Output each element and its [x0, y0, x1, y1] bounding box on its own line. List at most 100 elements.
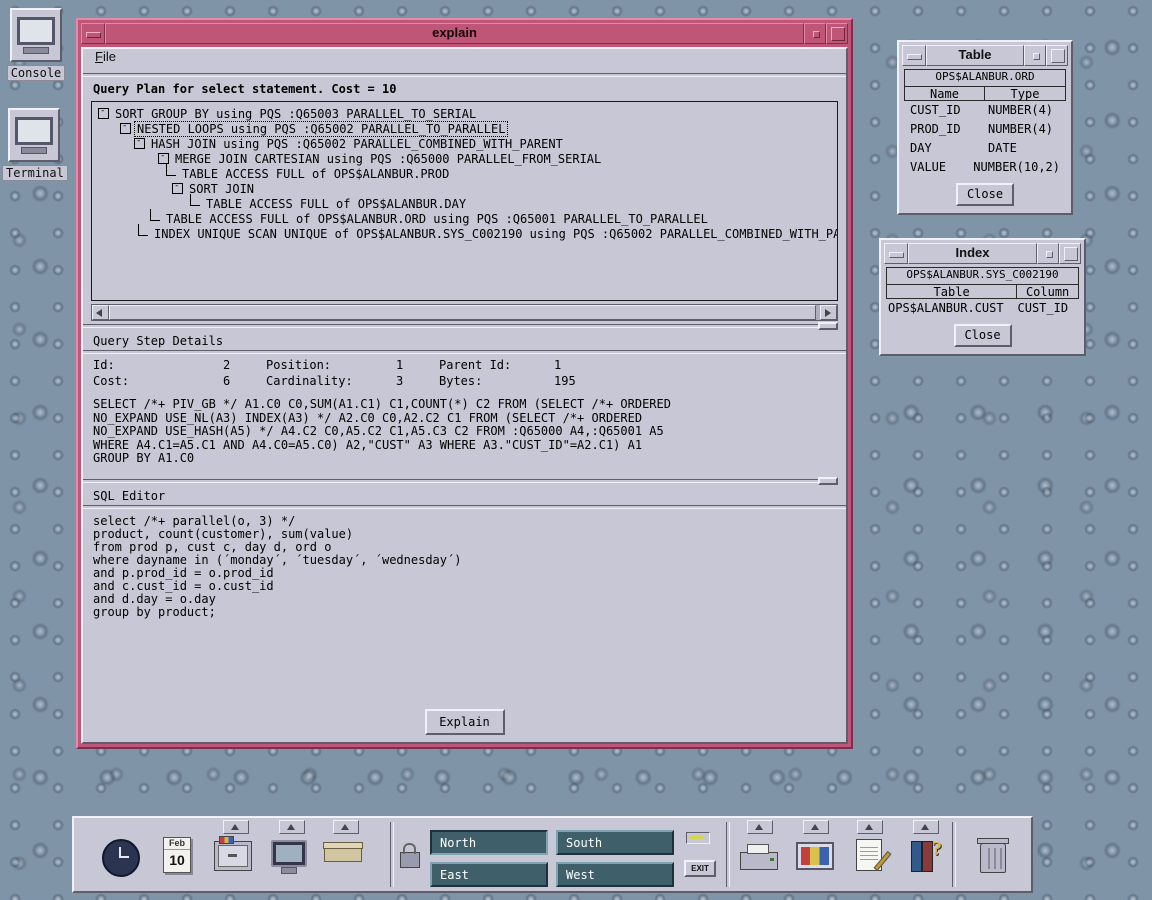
minimize-button[interactable] — [804, 23, 826, 44]
collapse-minus-icon[interactable] — [172, 183, 183, 194]
explain-button[interactable]: Explain — [425, 709, 505, 735]
text-editor-art — [856, 839, 882, 871]
cell-type: NUMBER(4) — [988, 122, 1060, 139]
scroll-left-icon[interactable] — [92, 305, 109, 320]
calendar-icon[interactable]: Feb 10 — [154, 832, 200, 884]
mail-icon[interactable] — [320, 832, 366, 884]
id-value: 2 — [223, 358, 266, 372]
tree-node[interactable]: SORT GROUP BY using PQS :Q65003 PARALLEL… — [94, 106, 835, 121]
panel-divider — [952, 822, 956, 887]
clock-icon[interactable] — [98, 832, 144, 884]
menu-bar: File — [83, 49, 846, 73]
table-row[interactable]: CUST_ID NUMBER(4) — [902, 101, 1068, 120]
tree-node[interactable]: NESTED LOOPS using PQS :Q65002 PARALLEL_… — [94, 121, 835, 136]
collapse-minus-icon[interactable] — [120, 123, 131, 134]
column-header-type: Type — [984, 86, 1066, 101]
table-titlebar[interactable]: Table — [902, 45, 1068, 66]
desktop-icon-terminal[interactable]: Terminal — [2, 108, 66, 185]
step-details-title: Query Step Details — [83, 331, 846, 350]
calendar-day: 10 — [164, 850, 190, 870]
tree-horizontal-scrollbar[interactable] — [91, 304, 838, 321]
tree-connector — [138, 224, 148, 236]
text-editor-icon[interactable] — [846, 832, 892, 884]
tree-node[interactable]: MERGE JOIN CARTESIAN using PQS :Q65000 P… — [94, 151, 835, 166]
table-row[interactable]: PROD_ID NUMBER(4) — [902, 120, 1068, 139]
trash-icon[interactable] — [970, 832, 1016, 884]
cell-type: NUMBER(4) — [988, 103, 1060, 120]
window-title: Index — [908, 243, 1037, 264]
tree-connector — [190, 194, 200, 206]
maximize-button[interactable] — [1059, 243, 1081, 264]
index-row[interactable]: OPS$ALANBUR.CUST CUST_ID — [884, 299, 1081, 318]
sash-handle[interactable] — [818, 477, 838, 485]
minimize-button[interactable] — [1024, 45, 1046, 66]
tree-node[interactable]: SORT JOIN — [94, 181, 835, 196]
console-screen — [17, 17, 55, 45]
collapse-minus-icon[interactable] — [158, 153, 169, 164]
index-titlebar[interactable]: Index — [884, 243, 1081, 264]
minimize-button[interactable] — [1037, 243, 1059, 264]
window-menu-button[interactable] — [902, 45, 926, 66]
tree-node[interactable]: TABLE ACCESS FULL of OPS$ALANBUR.ORD usi… — [94, 211, 835, 226]
explain-titlebar[interactable]: explain — [81, 23, 848, 44]
tree-node[interactable]: HASH JOIN using PQS :Q65002 PARALLEL_COM… — [94, 136, 835, 151]
panel-divider — [390, 822, 394, 887]
terminal-icon[interactable] — [266, 832, 312, 884]
printer-icon[interactable] — [736, 832, 782, 884]
index-object-name: OPS$ALANBUR.SYS_C002190 — [886, 267, 1079, 285]
scrollbar-track[interactable] — [109, 305, 820, 320]
close-button[interactable]: Close — [956, 183, 1014, 206]
tree-node[interactable]: TABLE ACCESS FULL of OPS$ALANBUR.PROD — [94, 166, 835, 181]
scrollbar-thumb[interactable] — [109, 305, 816, 320]
console-monitor-icon[interactable] — [10, 8, 62, 62]
tree-node[interactable]: TABLE ACCESS FULL of OPS$ALANBUR.DAY — [94, 196, 835, 211]
sash-handle[interactable] — [818, 322, 838, 330]
maximize-button[interactable] — [826, 23, 848, 44]
pane-separator — [83, 476, 846, 486]
scroll-right-icon[interactable] — [820, 305, 837, 320]
file-manager-icon[interactable] — [210, 832, 256, 884]
help-icon[interactable] — [902, 832, 948, 884]
index-window: Index OPS$ALANBUR.SYS_C002190 Table Colu… — [879, 238, 1086, 356]
tree-node[interactable]: INDEX UNIQUE SCAN UNIQUE of OPS$ALANBUR.… — [94, 226, 835, 241]
query-plan-tree[interactable]: SORT GROUP BY using PQS :Q65003 PARALLEL… — [91, 101, 838, 301]
collapse-minus-icon[interactable] — [98, 108, 109, 119]
style-manager-art — [796, 842, 834, 870]
workspace-button-south[interactable]: South — [556, 830, 674, 855]
cell-type: DATE — [988, 141, 1060, 158]
column-header-table: Table — [886, 284, 1017, 299]
section-separator — [83, 350, 846, 354]
console-base — [23, 47, 49, 54]
close-button[interactable]: Close — [954, 324, 1012, 347]
parent-id-label: Parent Id: — [439, 358, 554, 372]
table-column-headers: Name Type — [904, 87, 1066, 101]
file-tag — [219, 836, 234, 844]
workspace-button-north[interactable]: North — [430, 830, 548, 855]
exit-button[interactable]: EXIT — [684, 860, 716, 877]
window-menu-button[interactable] — [81, 23, 105, 44]
workspace-button-east[interactable]: East — [430, 862, 548, 887]
window-menu-button[interactable] — [884, 243, 908, 264]
workspace-button-west[interactable]: West — [556, 862, 674, 887]
file-menu[interactable]: File — [91, 49, 120, 64]
collapse-minus-icon[interactable] — [134, 138, 145, 149]
panel-divider — [726, 822, 730, 887]
mail-tray-art — [324, 848, 362, 862]
printer-art — [740, 852, 778, 870]
clock-face — [102, 839, 140, 877]
sql-editor-input[interactable]: select /*+ parallel(o, 3) */ product, co… — [93, 515, 836, 696]
cell-name: VALUE — [910, 160, 973, 177]
table-row[interactable]: VALUE NUMBER(10,2) — [902, 158, 1068, 177]
terminal-monitor-icon[interactable] — [8, 108, 60, 162]
step-fields-row2: Cost:6Cardinality:3Bytes:195 — [83, 374, 846, 390]
maximize-button[interactable] — [1046, 45, 1068, 66]
terminal-art — [271, 840, 307, 867]
desktop-icon-console[interactable]: Console — [4, 8, 68, 85]
style-manager-icon[interactable] — [792, 832, 838, 884]
lock-icon[interactable] — [400, 852, 420, 868]
console-label: Console — [7, 65, 66, 81]
selected-tree-node[interactable]: NESTED LOOPS using PQS :Q65002 PARALLEL_… — [135, 122, 507, 136]
position-label: Position: — [266, 358, 396, 372]
explain-window: explain File Query Plan for select state… — [76, 18, 853, 749]
table-row[interactable]: DAY DATE — [902, 139, 1068, 158]
